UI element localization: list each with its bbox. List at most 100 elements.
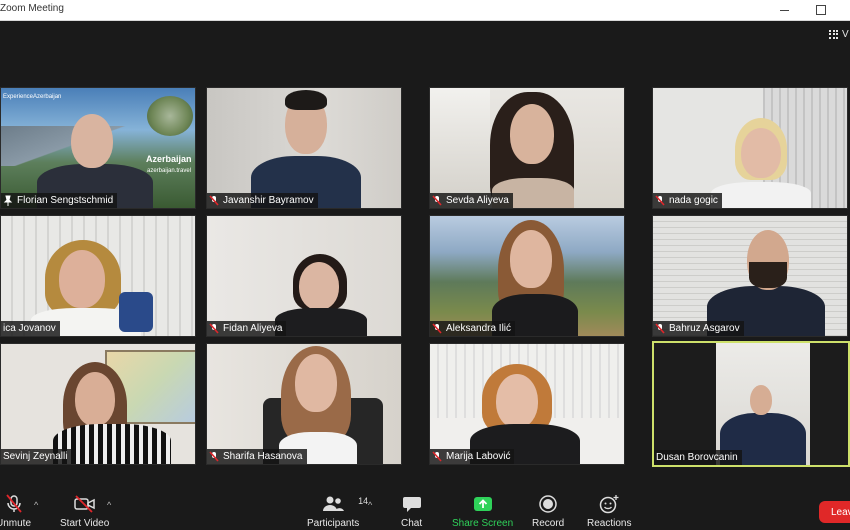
video-tile[interactable]: Sevinj Zeynalli	[0, 343, 196, 465]
muted-mic-icon	[209, 451, 219, 462]
person-body	[275, 308, 367, 336]
record-label: Record	[532, 518, 565, 529]
muted-mic-icon	[432, 195, 442, 206]
person-head	[510, 104, 554, 164]
reactions-smiley-icon	[599, 495, 619, 514]
minimize-button[interactable]	[773, 2, 795, 18]
record-button[interactable]: Record	[532, 494, 564, 529]
video-tile[interactable]: Aleksandra Ilić	[429, 215, 625, 337]
leave-meeting-button[interactable]: Leave	[819, 501, 850, 523]
participant-name-tag: Florian Sengstschmid	[1, 193, 118, 208]
muted-mic-icon	[432, 451, 442, 462]
person-head	[59, 250, 105, 308]
start-video-button[interactable]: Start Video	[60, 494, 109, 529]
person-head	[75, 372, 115, 426]
video-options-chevron-icon[interactable]: ^	[107, 500, 111, 510]
participant-name: Sevda Aliyeva	[446, 195, 509, 206]
audio-options-chevron-icon[interactable]: ^	[34, 500, 38, 510]
person-head	[510, 230, 552, 288]
unmute-label: Unmute	[0, 518, 32, 529]
unmute-button[interactable]: Unmute	[0, 494, 31, 529]
maximize-button[interactable]	[810, 2, 832, 18]
view-label: V	[842, 28, 849, 40]
participant-name: Dusan Borovcanin	[656, 452, 738, 463]
window-title: Zoom Meeting	[0, 3, 64, 14]
video-tile[interactable]: Bahruz Asgarov	[652, 215, 848, 337]
participant-name-tag: Bahruz Asgarov	[653, 321, 744, 336]
person-hair	[285, 90, 327, 110]
participant-name: Fidan Aliyeva	[223, 323, 283, 334]
participant-name-tag: Javanshir Bayramov	[207, 193, 318, 208]
participant-name: Marija Labović	[446, 451, 511, 462]
muted-microphone-icon	[5, 494, 22, 513]
share-screen-button[interactable]: Share Screen	[452, 494, 513, 529]
participant-name: nada gogic	[669, 195, 718, 206]
video-tile[interactable]: Marija Labović	[429, 343, 625, 465]
muted-mic-icon	[432, 323, 442, 334]
chat-button[interactable]: Chat	[401, 494, 422, 529]
muted-mic-icon	[655, 323, 665, 334]
participant-name-tag: Sharifa Hasanova	[207, 449, 307, 464]
participants-button[interactable]: 14 Participants	[307, 494, 368, 529]
reactions-label: Reactions	[587, 518, 632, 529]
participant-name-tag: Aleksandra Ilić	[430, 321, 516, 336]
muted-mic-icon	[209, 323, 219, 334]
person-head	[750, 385, 772, 415]
participants-icon	[323, 496, 345, 511]
participant-name-tag: ica Jovanov	[1, 321, 60, 336]
banner-url: azerbaijan.travel	[147, 168, 192, 174]
participant-name: Florian Sengstschmid	[17, 195, 114, 206]
share-screen-label: Share Screen	[452, 518, 514, 529]
video-tile[interactable]: ica Jovanov	[0, 215, 196, 337]
reactions-button[interactable]: Reactions	[587, 494, 631, 529]
person-head	[299, 262, 339, 310]
video-tile[interactable]: Sharifa Hasanova	[206, 343, 402, 465]
person-head	[496, 374, 538, 428]
scenery-badge	[147, 96, 193, 136]
participants-options-chevron-icon[interactable]: ^	[368, 500, 372, 510]
participant-name: Sevinj Zeynalli	[3, 451, 68, 462]
video-tile[interactable]: Fidan Aliyeva	[206, 215, 402, 337]
participant-name: Bahruz Asgarov	[669, 323, 740, 334]
video-tile-active-speaker[interactable]: Dusan Borovcanin	[652, 341, 850, 467]
chat-icon	[402, 497, 421, 512]
minimize-icon	[779, 9, 789, 11]
meeting-toolbar: Unmute ^ Start Video ^ 14 Participants ^	[0, 488, 850, 530]
banner-tag: ExperienceAzerbaijan	[3, 94, 62, 100]
office-window	[430, 88, 490, 208]
chair	[119, 292, 153, 332]
record-icon	[539, 495, 557, 513]
participant-name: ica Jovanov	[3, 323, 56, 334]
maximize-icon	[816, 5, 826, 15]
beard	[749, 262, 787, 288]
pin-icon	[3, 195, 13, 206]
participant-name-tag: Dusan Borovcanin	[654, 450, 742, 465]
view-button[interactable]: V	[829, 25, 850, 43]
participant-name-tag: Sevda Aliyeva	[430, 193, 513, 208]
participant-name: Javanshir Bayramov	[223, 195, 314, 206]
person-head	[71, 114, 113, 168]
chat-label: Chat	[401, 518, 423, 529]
share-screen-icon	[473, 497, 492, 511]
participant-name-tag: Fidan Aliyeva	[207, 321, 287, 336]
muted-mic-icon	[209, 195, 219, 206]
participant-name: Aleksandra Ilić	[446, 323, 512, 334]
video-tile[interactable]: Sevda Aliyeva	[429, 87, 625, 209]
participant-name-tag: nada gogic	[653, 193, 722, 208]
participant-count: 14	[358, 496, 369, 506]
muted-mic-icon	[655, 195, 665, 206]
person-head	[295, 354, 337, 412]
leave-label: Leave	[831, 506, 850, 518]
participants-label: Participants	[307, 518, 360, 529]
participant-name: Sharifa Hasanova	[223, 451, 303, 462]
participant-name-tag: Sevinj Zeynalli	[1, 449, 72, 464]
video-off-icon	[73, 495, 95, 513]
gallery-view-icon	[829, 29, 838, 39]
banner-brand: Azerbaijan	[146, 154, 192, 164]
start-video-label: Start Video	[60, 518, 110, 529]
participant-name-tag: Marija Labović	[430, 449, 515, 464]
video-tile[interactable]: ExperienceAzerbaijan Azerbaijan azerbaij…	[0, 87, 196, 209]
video-tile[interactable]: nada gogic	[652, 87, 848, 209]
video-tile[interactable]: Javanshir Bayramov	[206, 87, 402, 209]
person-body	[711, 182, 811, 208]
